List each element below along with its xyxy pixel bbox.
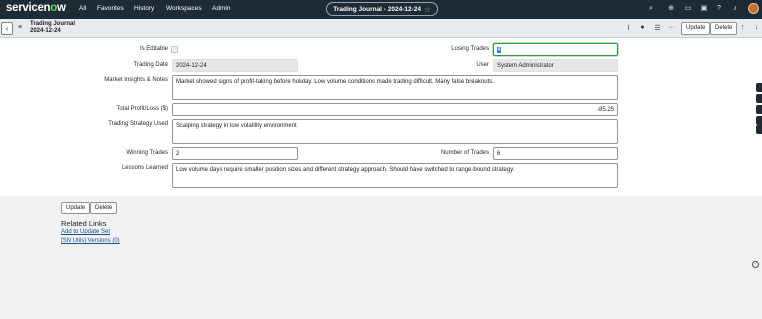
strategy-textarea[interactable]: Scalping strategy in low volatility envi… (172, 119, 618, 144)
market-insights-textarea[interactable]: Market showed signs of profit-taking bef… (172, 75, 618, 100)
record-title: Trading Journal - 2024-12-24 (333, 5, 422, 13)
form-footer (0, 196, 762, 319)
chat-icon[interactable]: ▭ (683, 4, 693, 14)
update-button[interactable]: Update (681, 22, 711, 35)
is-editable-label: Is Editable (139, 46, 168, 52)
trading-date-label: Trading Date (133, 62, 168, 68)
strategy-label: Trading Strategy Used (108, 121, 168, 127)
footer-delete-button[interactable]: Delete (90, 202, 118, 214)
form-header: ‹ ≡ Trading Journal 2024-12-24 ⌇ ● ☰ ···… (0, 19, 762, 38)
trading-date-field: 2024-12-24 (172, 59, 298, 72)
up-icon[interactable]: ↑ (738, 24, 747, 31)
down-icon[interactable]: ↓ (752, 24, 761, 31)
winning-trades-input[interactable]: 2 (172, 147, 298, 160)
back-button[interactable]: ‹ (1, 22, 13, 35)
avatar[interactable] (748, 3, 759, 14)
nav-history[interactable]: History (134, 5, 154, 12)
side-tab-5[interactable] (756, 125, 762, 134)
add-to-update-set-link[interactable]: Add to Update Set (61, 229, 110, 235)
related-links-title: Related Links (61, 219, 107, 228)
side-tab-3[interactable] (756, 105, 762, 114)
winning-trades-label: Winning Trades (126, 150, 168, 156)
nav-all[interactable]: All (79, 5, 86, 12)
attachment-icon[interactable]: ⌇ (624, 24, 633, 32)
help-circle-icon[interactable]: ? (752, 261, 759, 268)
side-tab-2[interactable] (756, 94, 762, 103)
bell-icon[interactable]: ♪ (730, 4, 740, 14)
lessons-textarea[interactable]: Low volume days require smaller position… (172, 163, 618, 188)
inbox-icon[interactable]: ▣ (699, 4, 709, 14)
nav-favorites[interactable]: Favorites (97, 5, 124, 12)
more-icon[interactable]: ··· (667, 24, 676, 31)
nav-workspaces[interactable]: Workspaces (166, 5, 202, 12)
losing-trades-label: Losing Trades (451, 46, 489, 52)
total-pl-label: Total Profit/Loss ($) (116, 106, 168, 112)
star-icon[interactable]: ☆ (424, 5, 431, 14)
servicenow-logo[interactable]: servicenow (6, 2, 66, 14)
form-title: Trading Journal 2024-12-24 (30, 21, 76, 34)
side-tab-1[interactable] (756, 83, 762, 92)
settings-icon[interactable]: ☰ (653, 24, 662, 32)
nav-admin[interactable]: Admin (212, 5, 230, 12)
help-icon[interactable]: ? (714, 4, 724, 14)
market-insights-label: Market Insights & Notes (104, 77, 168, 83)
user-field: System Administrator (493, 59, 618, 72)
lessons-label: Lessons Learned (121, 165, 168, 171)
side-tab-4[interactable] (756, 116, 762, 125)
is-editable-checkbox[interactable] (171, 46, 178, 53)
record-title-pill[interactable]: Trading Journal - 2024-12-24 ☆ (326, 2, 438, 16)
activity-icon[interactable]: ● (638, 24, 647, 31)
number-trades-label: Number of Trades (440, 150, 489, 156)
losing-trades-input[interactable]: 4 (493, 43, 618, 56)
globe-icon[interactable]: ⊕ (666, 4, 676, 14)
number-trades-input[interactable]: 6 (493, 147, 618, 160)
user-label: User (476, 62, 489, 68)
hamburger-menu-icon[interactable]: ≡ (18, 24, 22, 31)
footer-update-button[interactable]: Update (61, 202, 91, 214)
search-icon[interactable]: ⌕ (646, 4, 656, 14)
top-navigation: servicenow All Favorites History Workspa… (0, 0, 762, 19)
delete-button[interactable]: Delete (710, 22, 738, 35)
total-pl-input[interactable]: -85.25 (172, 103, 618, 116)
sn-utils-versions-link[interactable]: [SN Utils] Versions (0) (61, 238, 120, 244)
